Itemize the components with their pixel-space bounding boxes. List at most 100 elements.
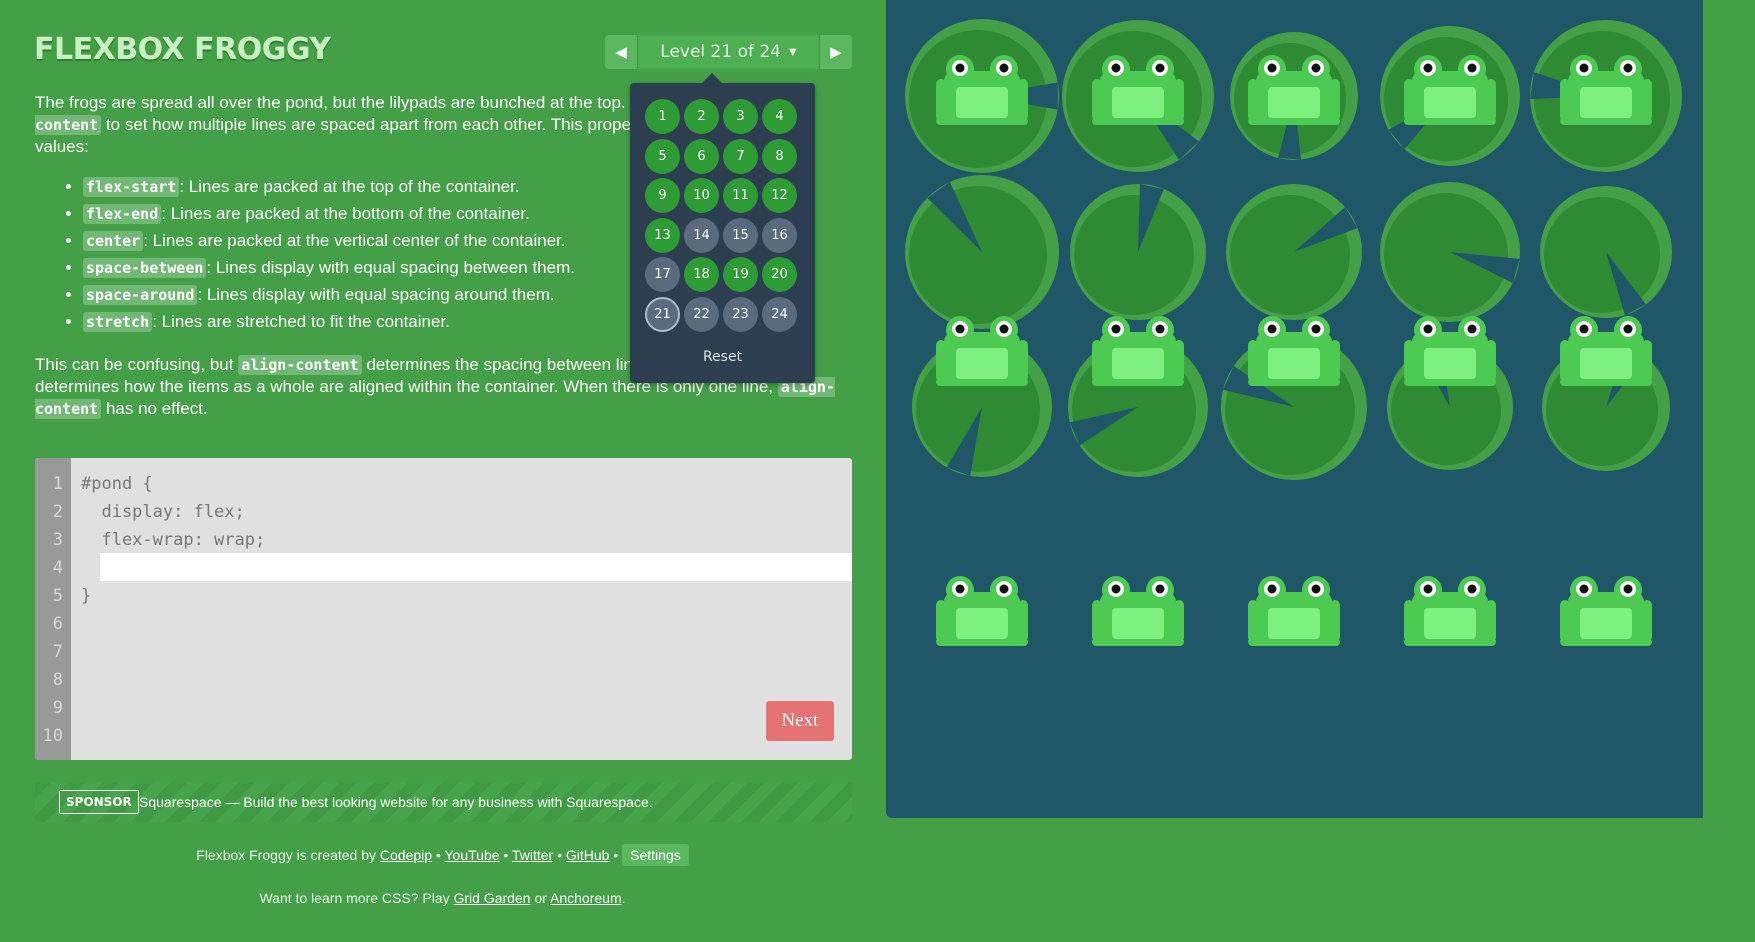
level-button-7[interactable]: 7 [723,138,758,174]
level-button-12[interactable]: 12 [762,178,797,213]
footer-more-games: Want to learn more CSS? Play Grid Garden… [259,890,626,906]
code-line: flex-wrap: wrap; [81,530,266,550]
level-indicator[interactable]: Level 21 of 24 ▼ [637,35,820,69]
level-button-15[interactable]: 15 [723,217,758,253]
level-button-11[interactable]: 11 [723,178,758,213]
lilypad [905,175,1059,329]
level-button-3[interactable]: 3 [723,99,758,134]
frog [1404,576,1496,646]
level-button-21[interactable]: 21 [645,296,680,332]
grid-garden-link[interactable]: Grid Garden [454,890,531,906]
level-button-13[interactable]: 13 [645,217,680,253]
separator: • [613,847,619,863]
level-button-19[interactable]: 19 [723,257,758,292]
level-button-22[interactable]: 22 [684,296,719,332]
separator: • [557,847,562,863]
level-menu: 1 2 3 4 5 6 7 8 9 10 11 12 13 14 15 16 17 18 19 20 21 22 23 24 … [630,73,815,383]
github-link[interactable]: GitHub [566,847,610,863]
level-button-20[interactable]: 20 [762,257,797,292]
sponsor-badge: SPONSOR [59,790,139,814]
value-text: : Lines are packed at the top of the con… [179,177,520,196]
anchoreum-link[interactable]: Anchoreum [550,890,622,906]
lilypad [1226,184,1362,320]
line-number: 6 [52,614,63,634]
sponsor-banner[interactable]: SPONSOR Squarespace — Build the best loo… [35,782,852,822]
frog [1560,576,1652,646]
lilypad [1380,182,1520,322]
value-code: flex-start [83,177,180,197]
level-button-10[interactable]: 10 [684,178,719,213]
pond [886,0,1703,818]
next-level-button[interactable]: ▶ [820,35,852,69]
css-input[interactable] [100,553,852,581]
line-number: 4 [52,558,63,578]
value-code: space-between [83,258,207,278]
value-code: center [83,231,144,251]
arrow-left-icon: ◀ [615,43,627,61]
line-number-gutter: 1 2 3 4 5 6 7 8 9 10 [35,458,71,760]
left-panel: FLEXBOX FROGGY ◀ Level 21 of 24 ▼ ▶ The … [0,0,880,942]
arrow-right-icon: ▶ [830,43,842,61]
twitter-link[interactable]: Twitter [512,847,553,863]
line-number: 9 [52,698,63,718]
value-code: space-around [83,285,198,305]
frog [1092,316,1184,386]
previous-level-button[interactable]: ◀ [605,35,637,69]
css-editor: 1 2 3 4 5 6 7 8 9 10 #pond { display: flex; flex-… [35,458,852,760]
note-text-d: has no effect. [101,399,208,418]
note-text-a: This can be confusing, but [35,355,239,374]
value-text: : Lines are packed at the bottom of the … [161,204,530,223]
separator: • [435,847,441,863]
youtube-link[interactable]: YouTube [445,847,500,863]
level-grid: 1 2 3 4 5 6 7 8 9 10 11 12 13 14 15 16 17 18 19 20 21 22 23 24 [645,99,797,332]
line-number: 1 [52,474,63,494]
level-button-17[interactable]: 17 [645,257,680,292]
or-text: or [534,890,547,906]
code-line: } [81,586,92,606]
level-button-16[interactable]: 16 [762,217,797,253]
lilypad [1070,184,1206,320]
app-title: FLEXBOX FROGGY [34,32,331,67]
level-button-5[interactable]: 5 [645,138,680,174]
level-button-24[interactable]: 24 [762,296,797,332]
settings-button[interactable]: Settings [622,844,689,866]
level-button-23[interactable]: 23 [723,296,758,332]
next-button[interactable]: Next [766,701,834,741]
level-button-2[interactable]: 2 [684,99,719,134]
level-button-1[interactable]: 1 [645,99,680,134]
value-text: : Lines display with equal spacing betwe… [206,258,575,277]
level-button-4[interactable]: 4 [762,99,797,134]
frog [1560,316,1652,386]
learn-more-text: Want to learn more CSS? Play [259,890,450,906]
footer-credits: Flexbox Froggy is created by Codepip • Y… [0,844,885,866]
lilypad [1540,186,1672,318]
code-lines: #pond { display: flex; flex-wrap: wrap;} [81,470,265,750]
frog [1092,576,1184,646]
level-label: Level 21 of 24 [660,42,782,62]
level-button-18[interactable]: 18 [684,257,719,292]
value-code: flex-end [83,204,162,224]
line-number: 7 [52,642,63,662]
value-code: stretch [83,312,153,332]
level-button-8[interactable]: 8 [762,138,797,174]
frog [1248,576,1340,646]
value-text: : Lines are stretched to fit the contain… [152,312,450,331]
level-button-6[interactable]: 6 [684,138,719,174]
level-button-9[interactable]: 9 [645,178,680,213]
intro-text-a: The frogs are spread all over the pond, … [35,93,728,112]
sponsor-text: Squarespace — Build the best looking web… [139,794,653,810]
line-number: 10 [42,726,63,746]
line-number: 5 [52,586,63,606]
line-number: 8 [52,670,63,690]
codepip-link[interactable]: Codepip [380,847,432,863]
reset-button[interactable]: Reset [630,349,815,365]
level-button-14[interactable]: 14 [684,217,719,253]
code-align-content: align-content [238,355,362,375]
code-line: #pond { [81,474,153,494]
level-navigator: ◀ Level 21 of 24 ▼ ▶ [605,35,852,69]
